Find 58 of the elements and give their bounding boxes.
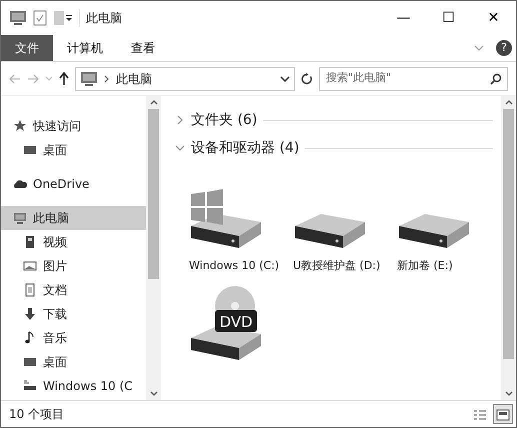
sidebar-item[interactable]: 视频 [1,230,146,254]
download-arrow-icon [23,307,37,321]
chevron-right-icon[interactable] [175,115,185,125]
drive-icon [23,379,37,393]
drive-label: Windows 10 (C:) [189,258,280,274]
search-icon [490,72,502,84]
dropdown-icon[interactable] [280,76,290,82]
item-count: 10 个项目 [9,406,64,423]
properties-icon[interactable] [33,10,47,26]
chevron-down-icon[interactable] [175,143,185,153]
computer-icon [13,211,27,225]
desktop-icon [23,143,37,157]
scroll-up-icon[interactable] [150,100,158,105]
search-field[interactable]: 搜索"此电脑" [319,66,508,90]
sidebar-item[interactable]: 快速访问 [1,114,146,138]
drive-label: 新加卷 (E:) [397,258,453,274]
maximize-button[interactable]: ☐ [426,1,471,35]
sidebar-item[interactable]: 下载 [1,302,146,326]
sidebar-item[interactable]: 桌面 [1,350,146,374]
breadcrumb-chevron-icon[interactable] [104,74,110,82]
drive-label: U教授维护盘 (D:) [293,258,380,274]
desktop-icon [23,355,37,369]
film-icon [23,235,37,249]
group-header[interactable]: 设备和驱动器 (4) [175,134,493,162]
sidebar-item[interactable]: Windows 10 (C [1,374,146,398]
sidebar-item[interactable]: 文档 [1,278,146,302]
minimize-button[interactable]: — [381,1,426,35]
scroll-down-icon[interactable] [150,391,158,396]
refresh-icon[interactable] [301,72,313,84]
sidebar-item[interactable]: 音乐 [1,326,146,350]
document-icon [23,283,37,297]
large-icons-view-button[interactable] [493,404,513,424]
computer-icon [80,70,98,86]
close-button[interactable]: ✕ [471,1,516,35]
sidebar-item[interactable]: 图片 [1,254,146,278]
scroll-down-icon[interactable] [504,391,512,396]
scrollbar-thumb[interactable] [148,109,159,279]
expand-ribbon-icon[interactable] [474,45,484,51]
image-icon [23,259,37,273]
address-field[interactable]: 此电脑 [75,66,295,90]
help-button[interactable]: ? [496,40,512,56]
up-arrow-icon[interactable] [59,72,69,85]
list-icon [473,408,487,421]
ribbon-tab[interactable]: 查看 [117,35,169,61]
window-title: 此电脑 [79,9,122,27]
sidebar-item[interactable]: OneDrive [1,172,146,196]
ribbon-tab[interactable]: 文件 [1,35,53,61]
breadcrumb[interactable]: 此电脑 [116,70,274,88]
scroll-up-icon[interactable] [504,100,512,105]
scrollbar-thumb[interactable] [503,109,514,359]
quick-access-dropdown-icon[interactable] [65,14,73,22]
ribbon-tab[interactable]: 计算机 [53,35,117,61]
group-header[interactable]: 文件夹 (6) [175,106,493,134]
sidebar-item[interactable]: 此电脑 [1,206,146,230]
star-icon [13,119,27,133]
computer-icon[interactable] [9,10,27,26]
large-icons-icon [496,408,510,421]
sidebar-item[interactable]: 桌面 [1,138,146,162]
